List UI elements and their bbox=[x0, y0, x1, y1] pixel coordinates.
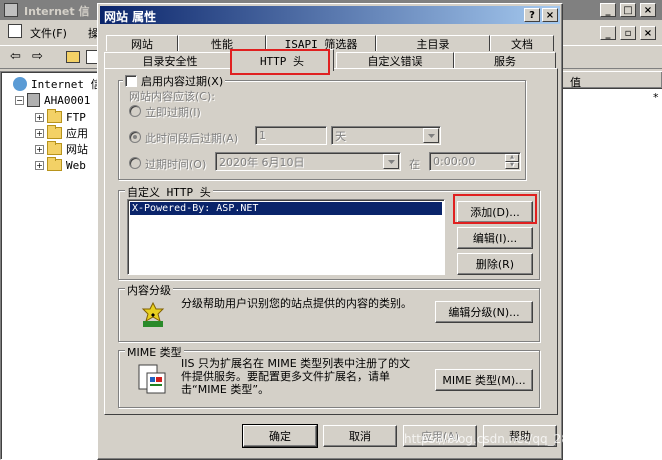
spin-down-icon[interactable]: ▼ bbox=[505, 161, 519, 169]
expire-immediately-radio[interactable] bbox=[129, 105, 141, 117]
tree-label-websites: 网站 bbox=[66, 143, 88, 156]
folder-icon bbox=[47, 141, 62, 155]
tree-item-ftp[interactable]: + FTP bbox=[35, 109, 86, 125]
rating-description: 分级帮助用户识别您的站点提供的内容的类别。 bbox=[181, 297, 412, 310]
tree-label-ftp: FTP bbox=[66, 110, 86, 124]
time-spinner[interactable]: ▲ ▼ bbox=[505, 154, 519, 169]
spin-up-icon[interactable]: ▲ bbox=[505, 154, 519, 162]
expire-date-value: 2020年 6月10日 bbox=[219, 155, 305, 169]
menu-file[interactable]: 文件(F) bbox=[30, 25, 67, 41]
custom-headers-group-label: 自定义 HTTP 头 bbox=[125, 184, 213, 200]
child-minimize-button[interactable]: _ bbox=[600, 26, 616, 40]
mime-group-label: MIME 类型 bbox=[125, 344, 184, 360]
background-title: Internet 信 bbox=[24, 5, 90, 18]
tree-pane: Internet 信 − AHA0001 + FTP + 应用 + 网站 + W… bbox=[0, 71, 104, 460]
tree-label-apppools: 应用 bbox=[66, 127, 88, 140]
tree-label-webext: Web bbox=[66, 158, 86, 172]
collapse-icon[interactable]: − bbox=[15, 95, 24, 105]
custom-http-headers-group: 自定义 HTTP 头 X-Powered-By: ASP.NET 添加(D)..… bbox=[118, 184, 540, 280]
bg-minimize-button[interactable]: _ bbox=[600, 3, 616, 17]
tab-http-headers[interactable]: HTTP 头 bbox=[230, 49, 334, 71]
expire-unit-value: 天 bbox=[335, 129, 346, 143]
tree-item-websites[interactable]: + 网站 bbox=[35, 141, 88, 157]
expand-icon[interactable]: + bbox=[35, 112, 44, 122]
back-arrow-icon[interactable]: ⇦ bbox=[10, 49, 21, 64]
at-label: 在 bbox=[409, 158, 420, 171]
bg-maximize-button[interactable]: □ bbox=[620, 3, 636, 17]
dialog-title: 网站 属性 bbox=[104, 10, 157, 24]
enable-expiration-checkbox[interactable] bbox=[125, 75, 137, 87]
content-should-label: 网站内容应该(C): bbox=[129, 90, 215, 103]
mime-types-group: MIME 类型 IIS 只为扩展名在 MIME 类型列表中注册了的文件提供服务。… bbox=[118, 344, 540, 408]
content-expiration-group: 启用内容过期(X) 网站内容应该(C): 立即过期(I) 此时间段后过期(A) … bbox=[118, 73, 526, 180]
list-column-header[interactable]: 值 bbox=[561, 71, 662, 89]
expire-date-picker[interactable]: 2020年 6月10日 bbox=[215, 152, 401, 171]
watermark: https://blog.csdn.net/qq_28669073 bbox=[404, 432, 615, 446]
child-restore-button[interactable]: ▫ bbox=[620, 26, 636, 40]
edit-ratings-button[interactable]: 编辑分级(N)... bbox=[435, 301, 533, 323]
expire-time-field[interactable]: 0:00:00 ▲ ▼ bbox=[429, 152, 521, 171]
custom-header-item[interactable]: X-Powered-By: ASP.NET bbox=[130, 202, 442, 215]
expand-icon[interactable]: + bbox=[35, 160, 44, 170]
expire-unit-dropdown[interactable]: 天 bbox=[331, 126, 441, 145]
chevron-down-icon[interactable] bbox=[383, 154, 399, 169]
bg-close-button[interactable]: × bbox=[640, 3, 656, 17]
expire-time-value: 0:00:00 bbox=[433, 155, 476, 168]
expire-on-radio[interactable] bbox=[129, 157, 141, 169]
tree-label-server: AHA0001 bbox=[44, 93, 91, 107]
tree-item-server[interactable]: − AHA0001 bbox=[15, 92, 90, 108]
delete-header-button[interactable]: 删除(R) bbox=[457, 253, 533, 275]
chevron-down-icon[interactable] bbox=[423, 128, 439, 143]
expand-icon[interactable]: + bbox=[35, 144, 44, 154]
edit-header-button[interactable]: 编辑(I)... bbox=[457, 227, 533, 249]
tree-item-root[interactable]: Internet 信 bbox=[13, 76, 102, 92]
properties-dialog: 网站 属性 ? × 网站 性能 ISAPI 筛选器 主目录 文档 目录安全性 H… bbox=[97, 3, 563, 460]
tab-custom-errors[interactable]: 自定义错误 bbox=[336, 52, 454, 68]
tab-website[interactable]: 网站 bbox=[106, 35, 178, 51]
expand-icon[interactable]: + bbox=[35, 128, 44, 138]
folder-icon bbox=[47, 109, 62, 123]
content-rating-group: 内容分级 分级帮助用户识别您的站点提供的内容的类别。 编辑分级(N)... bbox=[118, 282, 540, 342]
mime-file-icon bbox=[137, 363, 167, 395]
server-icon bbox=[27, 93, 40, 107]
tree-item-apppools[interactable]: + 应用 bbox=[35, 125, 88, 141]
tree-item-webext[interactable]: + Web bbox=[35, 157, 86, 173]
child-close-button[interactable]: × bbox=[640, 26, 656, 40]
tab-home-directory[interactable]: 主目录 bbox=[376, 35, 490, 51]
folder-icon bbox=[47, 125, 62, 139]
help-title-button[interactable]: ? bbox=[524, 8, 540, 22]
enable-expiration-label[interactable]: 启用内容过期(X) bbox=[141, 73, 223, 89]
up-folder-icon[interactable] bbox=[66, 51, 80, 63]
rating-icon bbox=[137, 301, 169, 329]
tab-service[interactable]: 服务 bbox=[454, 52, 556, 68]
list-value: * bbox=[653, 91, 659, 104]
cancel-button[interactable]: 取消 bbox=[323, 425, 397, 447]
forward-arrow-icon[interactable]: ⇨ bbox=[32, 49, 43, 64]
tab-documents[interactable]: 文档 bbox=[490, 35, 554, 51]
folder-icon bbox=[47, 157, 62, 171]
list-header-value: 值 bbox=[570, 76, 581, 89]
tree-label-root: Internet 信 bbox=[31, 78, 102, 91]
close-title-button[interactable]: × bbox=[542, 8, 558, 22]
content-rating-label: 内容分级 bbox=[125, 282, 173, 298]
expire-after-value-field[interactable]: 1 bbox=[255, 126, 327, 145]
tab-directory-security[interactable]: 目录安全性 bbox=[104, 52, 236, 68]
dialog-titlebar: 网站 属性 ? × bbox=[100, 6, 560, 24]
globe-icon bbox=[13, 77, 27, 91]
mime-description: IIS 只为扩展名在 MIME 类型列表中注册了的文件提供服务。要配置更多文件扩… bbox=[181, 357, 411, 396]
add-header-button[interactable]: 添加(D)... bbox=[457, 201, 533, 223]
console-icon bbox=[4, 3, 18, 17]
ok-button[interactable]: 确定 bbox=[242, 424, 318, 448]
mime-types-button[interactable]: MIME 类型(M)... bbox=[435, 369, 533, 391]
expire-on-label[interactable]: 过期时间(O) bbox=[145, 156, 206, 172]
custom-headers-list[interactable]: X-Powered-By: ASP.NET bbox=[127, 199, 445, 275]
expire-after-radio[interactable] bbox=[129, 131, 141, 143]
list-pane: 值 * bbox=[560, 71, 662, 460]
mmc-doc-icon bbox=[8, 24, 22, 38]
expire-immediately-label[interactable]: 立即过期(I) bbox=[145, 104, 201, 120]
expiration-group-header: 启用内容过期(X) bbox=[123, 73, 226, 89]
expire-after-label[interactable]: 此时间段后过期(A) bbox=[145, 130, 238, 146]
